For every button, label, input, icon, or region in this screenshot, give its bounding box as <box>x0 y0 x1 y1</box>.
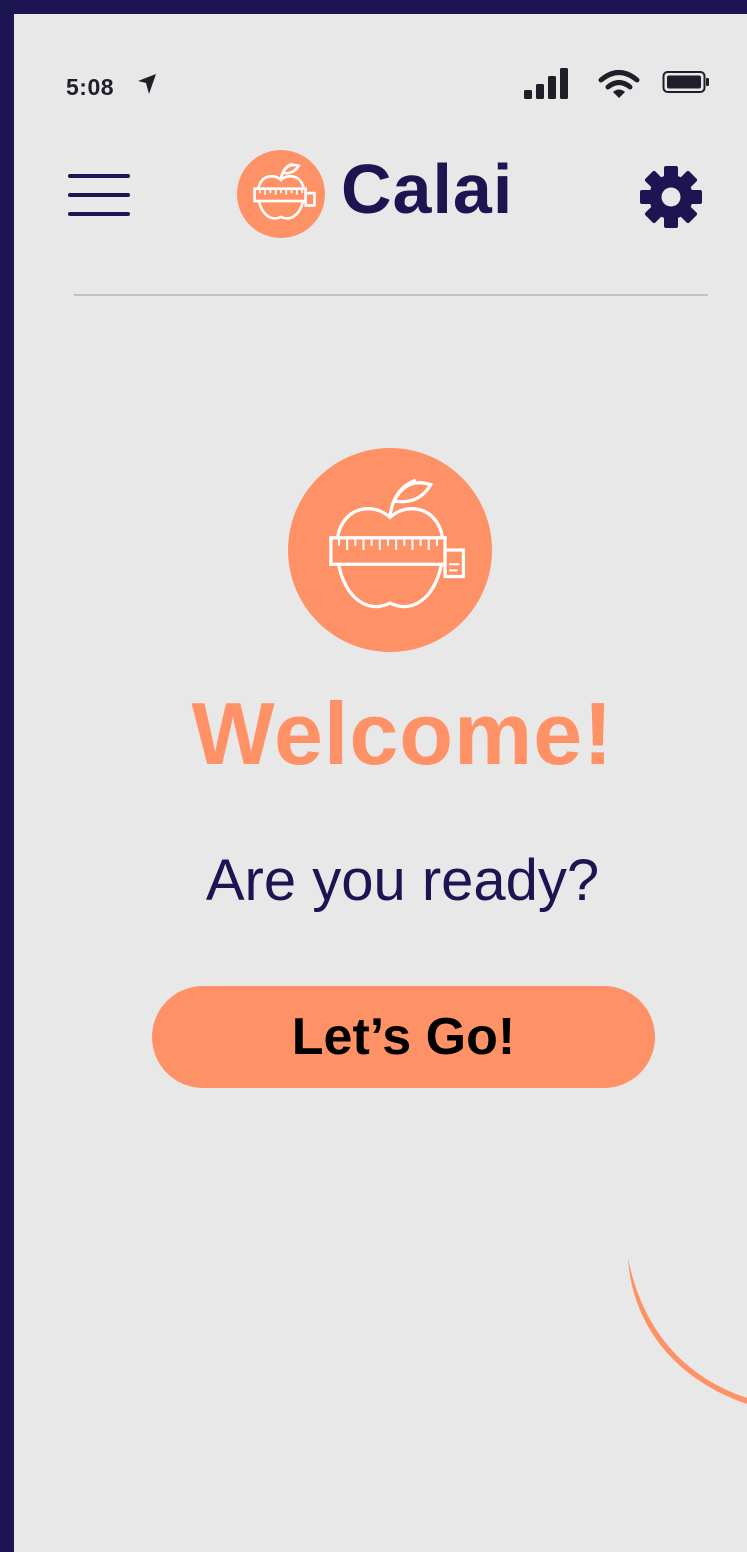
decorative-arc <box>628 1258 747 1404</box>
hero-logo-badge <box>288 448 492 652</box>
battery-icon <box>662 71 709 93</box>
header-divider <box>74 294 708 296</box>
subtitle-question: Are you ready? <box>205 848 600 913</box>
location-arrow-icon <box>138 74 156 94</box>
logo-badge <box>237 150 325 238</box>
cellular-signal-icon <box>524 68 568 99</box>
status-time: 5:08 <box>66 74 115 100</box>
welcome-title: Welcome! <box>191 684 614 783</box>
apple-measuring-tape-icon <box>253 162 316 220</box>
wifi-icon <box>598 70 640 98</box>
hamburger-menu-icon[interactable] <box>68 174 130 216</box>
brand-name: Calai <box>341 150 514 228</box>
lets-go-button[interactable]: Let’s Go! <box>152 986 655 1088</box>
gear-icon[interactable] <box>638 164 704 230</box>
apple-measuring-tape-icon <box>329 479 466 609</box>
phone-screen: 5:08 Calai Welcome! Are you ready? Let’s… <box>14 14 747 1552</box>
